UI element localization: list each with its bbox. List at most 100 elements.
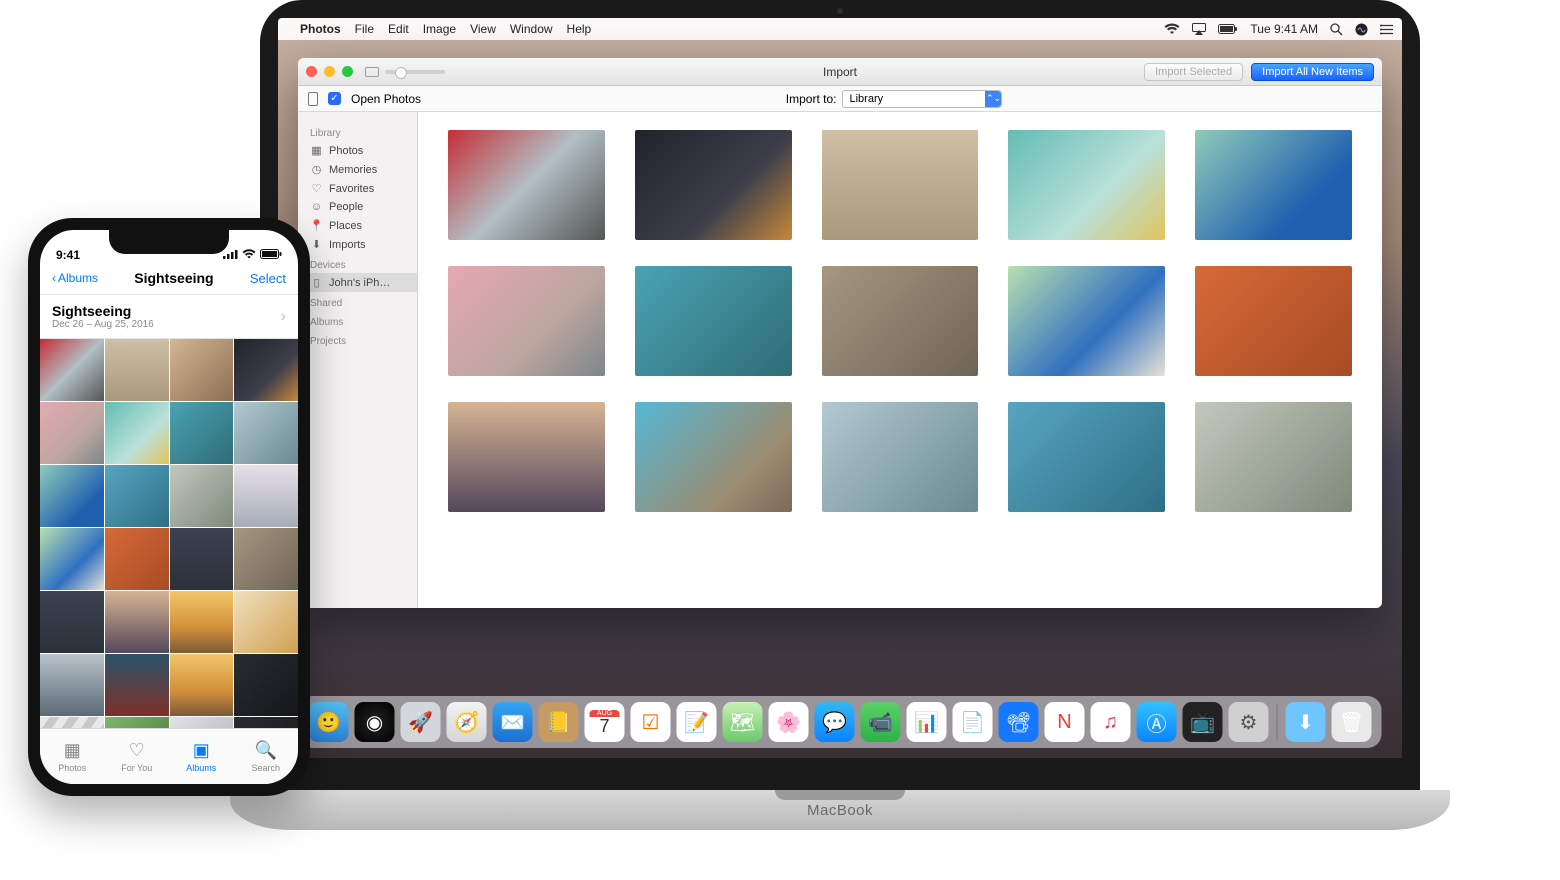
photo-thumb[interactable] [170, 402, 234, 464]
menubar-clock[interactable]: Tue 9:41 AM [1250, 22, 1318, 36]
import-thumb[interactable] [448, 130, 605, 240]
menu-help[interactable]: Help [567, 22, 592, 36]
import-thumb[interactable] [1195, 130, 1352, 240]
photo-thumb[interactable] [170, 528, 234, 590]
dock-tv[interactable]: 📺 [1183, 702, 1223, 742]
dock-calendar[interactable]: AUG 7 [585, 702, 625, 742]
photo-thumb[interactable] [105, 528, 169, 590]
dock-news[interactable]: N [1045, 702, 1085, 742]
dock-maps[interactable]: 🗺 [723, 702, 763, 742]
minimize-button[interactable] [324, 66, 335, 77]
import-thumb[interactable] [1195, 266, 1352, 376]
photo-thumb[interactable] [170, 465, 234, 527]
menu-window[interactable]: Window [510, 22, 553, 36]
sidebar-item-imports[interactable]: ⬇Imports [298, 235, 417, 254]
import-thumb[interactable] [635, 130, 792, 240]
dock-reminders[interactable]: ☑ [631, 702, 671, 742]
menu-view[interactable]: View [470, 22, 496, 36]
tab-albums[interactable]: ▣ Albums [169, 729, 234, 784]
import-thumb[interactable] [1008, 130, 1165, 240]
album-header[interactable]: Sightseeing Dec 26 – Aug 25, 2016 › [40, 295, 298, 339]
zoom-button[interactable] [342, 66, 353, 77]
siri-icon[interactable] [1355, 23, 1368, 36]
photo-thumb[interactable] [234, 654, 298, 716]
import-selected-button[interactable]: Import Selected [1144, 63, 1243, 81]
app-menu[interactable]: Photos [300, 22, 341, 36]
dock-messages[interactable]: 💬 [815, 702, 855, 742]
thumbnail-size-slider[interactable] [385, 70, 445, 74]
photo-thumb[interactable] [40, 402, 104, 464]
dock-siri[interactable]: ◉ [355, 702, 395, 742]
dock-numbers[interactable]: 📊 [907, 702, 947, 742]
photo-thumb[interactable] [170, 339, 234, 401]
photo-thumb[interactable] [170, 591, 234, 653]
menu-image[interactable]: Image [423, 22, 456, 36]
photo-thumb[interactable] [170, 654, 234, 716]
tab-for-you[interactable]: ♡ For You [105, 729, 170, 784]
dock-downloads[interactable]: ⬇ [1286, 702, 1326, 742]
sidebar-item-memories[interactable]: ◷Memories [298, 160, 417, 179]
dock-safari[interactable]: 🧭 [447, 702, 487, 742]
album-grid[interactable] [40, 339, 298, 779]
photo-thumb[interactable] [105, 591, 169, 653]
select-button[interactable]: Select [250, 271, 286, 286]
photo-thumb[interactable] [234, 591, 298, 653]
photo-thumb[interactable] [105, 654, 169, 716]
photo-thumb[interactable] [105, 465, 169, 527]
photo-thumb[interactable] [40, 591, 104, 653]
import-thumb[interactable] [822, 266, 979, 376]
photo-thumb[interactable] [40, 339, 104, 401]
dock-settings[interactable]: ⚙ [1229, 702, 1269, 742]
import-to-select[interactable]: Library ⌃⌄ [842, 90, 1002, 108]
import-thumb[interactable] [822, 402, 979, 512]
sidebar-item-favorites[interactable]: ♡Favorites [298, 179, 417, 198]
dock-facetime[interactable]: 📹 [861, 702, 901, 742]
import-all-button[interactable]: Import All New Items [1251, 63, 1374, 81]
tab-photos[interactable]: ▦ Photos [40, 729, 105, 784]
sidebar-item-device[interactable]: ▯John's iPh… [298, 273, 417, 292]
tab-search[interactable]: 🔍 Search [234, 729, 299, 784]
dock-pages[interactable]: 📄 [953, 702, 993, 742]
wifi-icon[interactable] [1164, 23, 1180, 35]
dock-music[interactable]: ♫ [1091, 702, 1131, 742]
import-grid[interactable] [418, 112, 1382, 608]
dock-contacts[interactable]: 📒 [539, 702, 579, 742]
close-button[interactable] [306, 66, 317, 77]
sidebar-item-photos[interactable]: ▦Photos [298, 141, 417, 160]
import-thumb[interactable] [1008, 402, 1165, 512]
sidebar-toggle[interactable] [365, 67, 379, 77]
import-thumb[interactable] [635, 266, 792, 376]
sidebar-item-places[interactable]: 📍Places [298, 216, 417, 235]
battery-icon[interactable] [1218, 24, 1238, 34]
dock-notes[interactable]: 📝 [677, 702, 717, 742]
photo-thumb[interactable] [105, 339, 169, 401]
import-thumb[interactable] [448, 402, 605, 512]
photo-thumb[interactable] [40, 654, 104, 716]
menu-file[interactable]: File [355, 22, 374, 36]
airplay-icon[interactable] [1192, 23, 1206, 35]
photo-thumb[interactable] [234, 465, 298, 527]
import-thumb[interactable] [635, 402, 792, 512]
notification-center-icon[interactable] [1380, 24, 1394, 35]
spotlight-icon[interactable] [1330, 23, 1343, 36]
photo-thumb[interactable] [40, 528, 104, 590]
photo-thumb[interactable] [234, 528, 298, 590]
open-photos-checkbox[interactable]: ✓ [328, 92, 341, 105]
dock-mail[interactable]: ✉️ [493, 702, 533, 742]
window-titlebar[interactable]: Import Import Selected Import All New It… [298, 58, 1382, 86]
photo-thumb[interactable] [105, 402, 169, 464]
import-thumb[interactable] [822, 130, 979, 240]
photo-thumb[interactable] [234, 402, 298, 464]
menu-edit[interactable]: Edit [388, 22, 409, 36]
dock-keynote[interactable]: 📽 [999, 702, 1039, 742]
import-thumb[interactable] [1008, 266, 1165, 376]
dock-photos[interactable]: 🌸 [769, 702, 809, 742]
import-thumb[interactable] [448, 266, 605, 376]
dock-trash[interactable]: 🗑 [1332, 702, 1372, 742]
photo-thumb[interactable] [40, 465, 104, 527]
sidebar-item-people[interactable]: ☺People [298, 198, 417, 216]
dock-appstore[interactable]: Ⓐ [1137, 702, 1177, 742]
dock-finder[interactable]: 🙂 [309, 702, 349, 742]
back-button[interactable]: ‹ Albums [52, 271, 98, 285]
dock-launchpad[interactable]: 🚀 [401, 702, 441, 742]
